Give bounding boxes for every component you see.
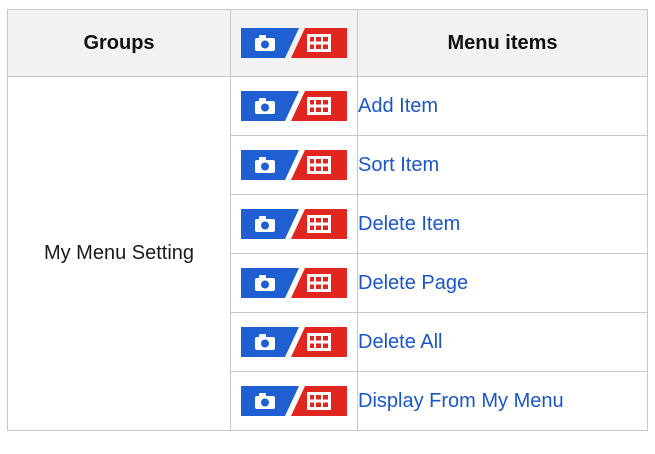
menu-item-cell: Delete All xyxy=(357,312,648,372)
photo-movie-mode-icon xyxy=(241,268,347,298)
menu-table: Groups Menu items My Menu Setting Add It… xyxy=(7,9,648,431)
header-row: Groups Menu items xyxy=(7,9,648,77)
mode-cell xyxy=(230,135,358,195)
menu-item-link-delete-all[interactable]: Delete All xyxy=(358,331,443,353)
menu-item-cell: Delete Page xyxy=(357,253,648,313)
mode-cell xyxy=(230,371,358,431)
mode-cell xyxy=(230,312,358,372)
photo-movie-mode-icon xyxy=(241,386,347,416)
menu-item-cell: Sort Item xyxy=(357,135,648,195)
menu-items-header: Menu items xyxy=(357,9,648,77)
groups-header: Groups xyxy=(7,9,231,77)
mode-cell xyxy=(230,76,358,136)
menu-item-cell: Add Item xyxy=(357,76,648,136)
menu-item-cell: Display From My Menu xyxy=(357,371,648,431)
photo-movie-mode-icon xyxy=(241,150,347,180)
menu-item-link-display-from-my-menu[interactable]: Display From My Menu xyxy=(358,390,564,412)
menu-item-link-delete-page[interactable]: Delete Page xyxy=(358,272,468,294)
photo-movie-mode-icon xyxy=(241,91,347,121)
mode-cell xyxy=(230,194,358,254)
photo-movie-mode-icon xyxy=(241,327,347,357)
mode-cell xyxy=(230,253,358,313)
table-row: My Menu Setting Add Item xyxy=(7,76,648,431)
menu-item-cell: Delete Item xyxy=(357,194,648,254)
menu-item-link-add-item[interactable]: Add Item xyxy=(358,95,438,117)
photo-movie-mode-icon xyxy=(241,209,347,239)
group-cell-my-menu-setting: My Menu Setting xyxy=(7,76,231,431)
menu-item-link-delete-item[interactable]: Delete Item xyxy=(358,213,460,235)
menu-item-link-sort-item[interactable]: Sort Item xyxy=(358,154,439,176)
mode-header xyxy=(230,9,358,77)
photo-movie-mode-icon xyxy=(241,28,347,58)
